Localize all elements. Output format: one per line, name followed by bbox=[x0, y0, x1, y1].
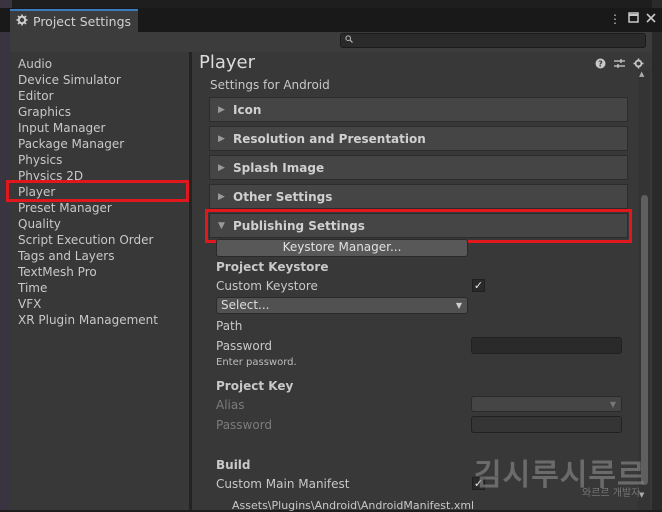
chevron-right-icon: ▶ bbox=[218, 104, 225, 115]
section-label: Icon bbox=[233, 102, 262, 117]
section-label: Other Settings bbox=[233, 189, 333, 204]
section-label: Splash Image bbox=[233, 160, 325, 175]
sidebar-item-xr-plugin-management[interactable]: XR Plugin Management bbox=[18, 312, 158, 328]
sidebar-item-graphics[interactable]: Graphics bbox=[18, 104, 71, 120]
key-password-label: Password bbox=[216, 418, 273, 432]
header-icons: ? bbox=[595, 58, 644, 72]
window-tab[interactable]: Project Settings bbox=[10, 9, 138, 32]
manifest-path-text: Assets\Plugins\Android\AndroidManifest.x… bbox=[232, 499, 475, 512]
section-label: Resolution and Presentation bbox=[233, 131, 426, 146]
sliders-icon[interactable] bbox=[614, 58, 625, 72]
watermark-subtitle: 와르르 개발자 bbox=[582, 488, 641, 499]
alias-label: Alias bbox=[216, 398, 245, 412]
project-keystore-header: Project Keystore bbox=[216, 260, 329, 274]
background-right bbox=[652, 0, 662, 510]
scrollbar-thumb[interactable] bbox=[641, 195, 648, 485]
sidebar-item-textmesh-pro[interactable]: TextMesh Pro bbox=[18, 264, 97, 280]
sidebar-item-audio[interactable]: Audio bbox=[18, 56, 52, 72]
path-label: Path bbox=[216, 319, 243, 333]
section-other-settings[interactable]: ▶ Other Settings bbox=[209, 184, 628, 209]
search-input[interactable] bbox=[340, 33, 646, 48]
sidebar-item-editor[interactable]: Editor bbox=[18, 88, 54, 104]
page-title: Player bbox=[199, 52, 256, 73]
sidebar-item-physics[interactable]: Physics bbox=[18, 152, 62, 168]
gear-icon bbox=[16, 14, 28, 29]
section-splash-image[interactable]: ▶ Splash Image bbox=[209, 155, 628, 180]
maximize-icon[interactable] bbox=[628, 12, 639, 26]
keystore-password-label: Password bbox=[216, 339, 273, 353]
sidebar-item-tags-and-layers[interactable]: Tags and Layers bbox=[18, 248, 114, 264]
chevron-right-icon: ▶ bbox=[218, 162, 225, 173]
chevron-down-icon: ▼ bbox=[455, 301, 462, 310]
sidebar-item-preset-manager[interactable]: Preset Manager bbox=[18, 200, 112, 216]
scroll-up-icon[interactable]: ▲ bbox=[639, 70, 644, 78]
publishing-highlight-box bbox=[205, 209, 632, 243]
kebab-menu-icon[interactable]: ⋮ bbox=[609, 12, 621, 26]
custom-main-manifest-label: Custom Main Manifest bbox=[216, 477, 350, 491]
chevron-right-icon: ▶ bbox=[218, 133, 225, 144]
project-key-header: Project Key bbox=[216, 379, 294, 393]
keystore-password-field[interactable] bbox=[471, 337, 622, 354]
sidebar-item-time[interactable]: Time bbox=[18, 280, 47, 296]
section-icon[interactable]: ▶ Icon bbox=[209, 97, 628, 122]
sidebar-item-input-manager[interactable]: Input Manager bbox=[18, 120, 106, 136]
search-icon bbox=[345, 35, 353, 45]
dropdown-value: Select... bbox=[221, 298, 270, 312]
svg-text:?: ? bbox=[598, 60, 603, 69]
custom-keystore-checkbox[interactable]: ✓ bbox=[472, 279, 485, 292]
sidebar-item-vfx[interactable]: VFX bbox=[18, 296, 41, 312]
help-icon[interactable]: ? bbox=[595, 58, 606, 72]
build-header: Build bbox=[216, 458, 251, 472]
sidebar-item-device-simulator[interactable]: Device Simulator bbox=[18, 72, 121, 88]
chevron-right-icon: ▶ bbox=[218, 191, 225, 202]
window-controls: ⋮ bbox=[609, 12, 656, 26]
keystore-select-dropdown[interactable]: Select... ▼ bbox=[216, 297, 468, 314]
key-password-field[interactable] bbox=[471, 416, 622, 433]
sidebar-item-script-execution-order[interactable]: Script Execution Order bbox=[18, 232, 153, 248]
custom-keystore-label: Custom Keystore bbox=[216, 279, 318, 293]
section-resolution-and-presentation[interactable]: ▶ Resolution and Presentation bbox=[209, 126, 628, 151]
keystore-manager-button[interactable]: Keystore Manager... bbox=[216, 239, 468, 257]
sidebar-item-quality[interactable]: Quality bbox=[18, 216, 61, 232]
close-icon[interactable] bbox=[646, 12, 656, 26]
player-highlight-box bbox=[6, 180, 189, 202]
window-title: Project Settings bbox=[33, 14, 132, 29]
platform-subtitle: Settings for Android bbox=[210, 78, 330, 92]
alias-dropdown[interactable]: ▼ bbox=[471, 396, 622, 412]
chevron-down-icon: ▼ bbox=[609, 400, 616, 409]
sidebar-item-package-manager[interactable]: Package Manager bbox=[18, 136, 124, 152]
enter-password-hint: Enter password. bbox=[216, 357, 297, 368]
